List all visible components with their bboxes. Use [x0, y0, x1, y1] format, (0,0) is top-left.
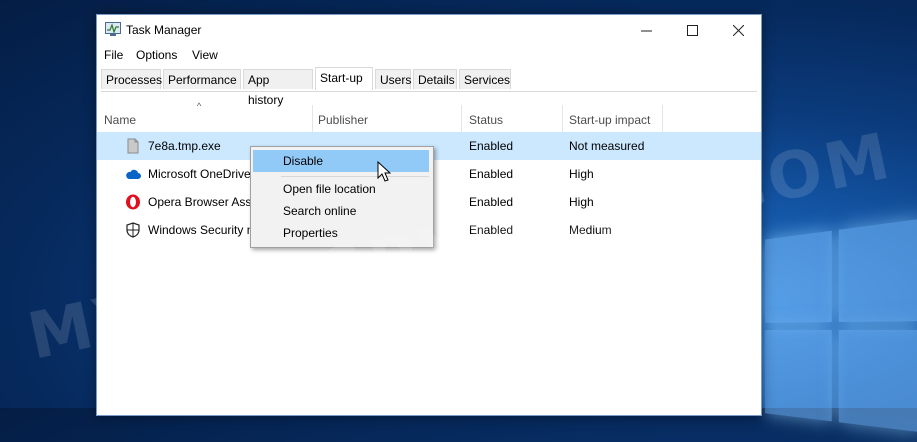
- onedrive-cloud-icon: [126, 169, 141, 179]
- menu-item-open-file-location[interactable]: Open file location: [253, 178, 429, 200]
- tab-app-history[interactable]: App history: [243, 69, 313, 107]
- tab-services[interactable]: Services: [459, 69, 511, 89]
- tab-processes[interactable]: Processes: [101, 69, 162, 89]
- opera-icon: [126, 194, 140, 210]
- menu-bar: File Options View: [97, 46, 761, 66]
- mouse-pointer-icon: [377, 161, 391, 182]
- startup-impact: High: [569, 167, 594, 181]
- context-menu: Disable Open file location Search online…: [250, 146, 434, 248]
- menu-item-properties[interactable]: Properties: [253, 222, 429, 244]
- menu-file[interactable]: File: [104, 48, 123, 62]
- maximize-icon: [686, 24, 698, 36]
- menu-item-disable[interactable]: Disable: [253, 150, 429, 172]
- tab-start-up[interactable]: Start-up: [315, 67, 373, 90]
- maximize-button[interactable]: [669, 15, 715, 45]
- startup-status: Enabled: [469, 195, 514, 209]
- column-divider[interactable]: [562, 105, 563, 133]
- menu-item-search-online[interactable]: Search online: [253, 200, 429, 222]
- title-bar[interactable]: Task Manager: [97, 15, 761, 45]
- startup-impact: Not measured: [569, 139, 645, 153]
- windows-logo-background: [765, 218, 917, 442]
- window-title: Task Manager: [126, 23, 202, 37]
- startup-impact: Medium: [569, 223, 612, 237]
- close-icon: [732, 24, 744, 36]
- startup-impact: High: [569, 195, 594, 209]
- column-divider[interactable]: [312, 105, 313, 133]
- startup-name: 7e8a.tmp.exe: [148, 139, 221, 153]
- startup-status: Enabled: [469, 167, 514, 181]
- startup-status: Enabled: [469, 139, 514, 153]
- minimize-button[interactable]: [623, 15, 669, 45]
- close-button[interactable]: [715, 15, 761, 45]
- column-divider[interactable]: [662, 105, 663, 133]
- column-header-name[interactable]: Name: [104, 113, 136, 127]
- startup-name: Opera Browser Assi: [148, 195, 255, 209]
- shield-icon: [126, 222, 140, 238]
- startup-status: Enabled: [469, 223, 514, 237]
- column-header-status[interactable]: Status: [469, 113, 503, 127]
- tab-performance[interactable]: Performance: [163, 69, 241, 89]
- minimize-icon: [640, 30, 652, 31]
- generic-exe-icon: [127, 138, 139, 154]
- menu-separator: [281, 176, 429, 177]
- tab-details[interactable]: Details: [413, 69, 457, 89]
- menu-options[interactable]: Options: [136, 48, 177, 62]
- column-divider[interactable]: [461, 105, 462, 133]
- startup-name: Microsoft OneDrive: [148, 167, 251, 181]
- menu-view[interactable]: View: [192, 48, 218, 62]
- tab-users[interactable]: Users: [375, 69, 411, 89]
- column-header-publisher[interactable]: Publisher: [318, 113, 368, 127]
- column-header-impact[interactable]: Start-up impact: [569, 113, 650, 127]
- startup-name: Windows Security n: [148, 223, 254, 237]
- task-manager-icon: [105, 22, 121, 36]
- tab-strip: Processes Performance App history Start-…: [101, 67, 757, 107]
- sort-ascending-icon: ^: [197, 101, 202, 111]
